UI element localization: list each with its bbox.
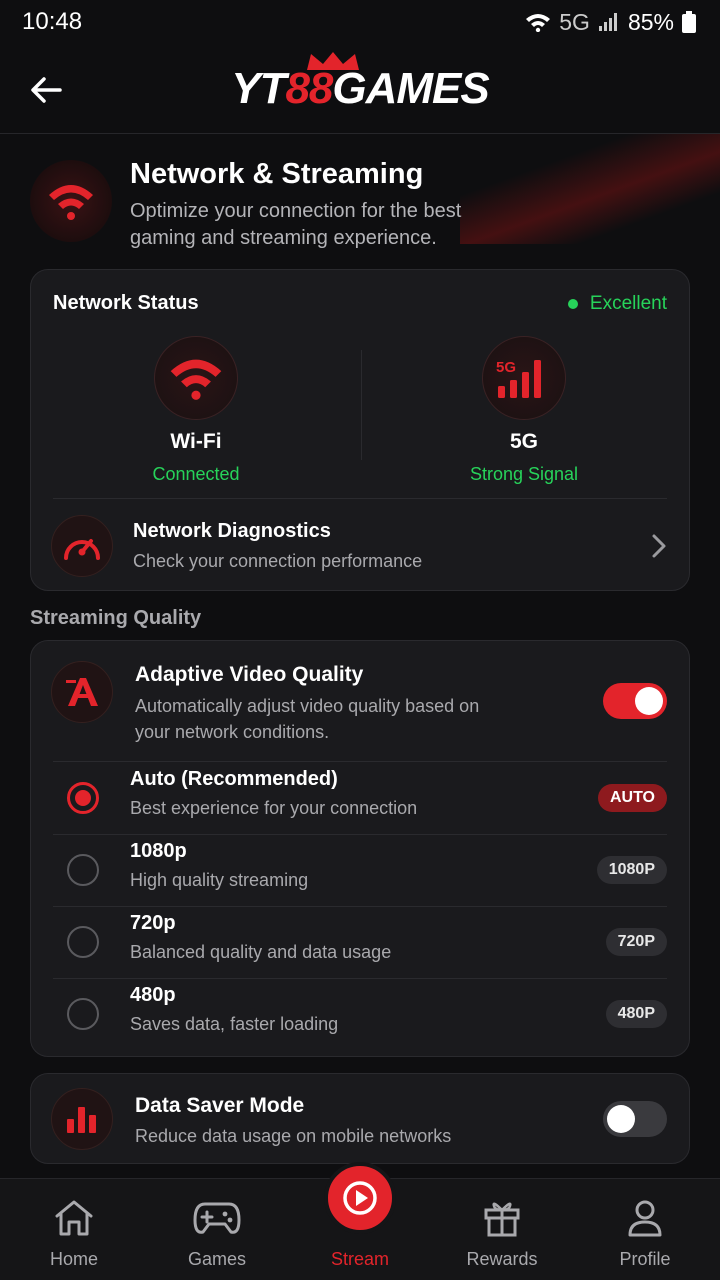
network-status-title: Network Status (53, 292, 199, 314)
battery-icon (682, 11, 696, 33)
divider (53, 498, 667, 499)
radio-button[interactable] (67, 926, 99, 958)
signal-icon (598, 13, 617, 31)
stream-button[interactable] (324, 1162, 396, 1234)
svg-text:5G: 5G (496, 359, 516, 376)
network-diagnostics-row[interactable]: Network Diagnostics Check your connectio… (51, 514, 669, 578)
radio-button[interactable] (67, 782, 99, 814)
app-header: YT88GAMES (0, 44, 720, 134)
speedometer-icon (64, 539, 100, 560)
nav-home[interactable]: Home (2, 1179, 146, 1270)
adaptive-quality-icon (66, 678, 98, 706)
quality-badge: 480P (605, 1000, 667, 1028)
quality-option-1080p[interactable]: 1080p High quality streaming 1080P (31, 834, 689, 906)
radio-button[interactable] (67, 854, 99, 886)
gamepad-icon (193, 1202, 241, 1234)
adaptive-quality-description: Automatically adjust video quality based… (135, 696, 480, 742)
data-saver-toggle[interactable] (603, 1101, 667, 1137)
adaptive-quality-row: Adaptive Video Quality Automatically adj… (51, 661, 667, 745)
diagnostics-title: Network Diagnostics (133, 520, 331, 542)
adaptive-quality-toggle[interactable] (603, 683, 667, 719)
bar-chart-icon (67, 1107, 96, 1133)
wifi-icon (49, 185, 93, 220)
wifi-status: Wi-Fi Connected (31, 336, 361, 485)
nav-profile[interactable]: Profile (573, 1179, 717, 1270)
play-icon (343, 1181, 377, 1215)
clock: 10:48 (22, 8, 83, 35)
crown-icon (307, 51, 360, 70)
quality-badge: 1080P (596, 856, 667, 884)
data-saver-description: Reduce data usage on mobile networks (135, 1125, 452, 1146)
diagnostics-subtitle: Check your connection performance (133, 551, 423, 571)
cellular-signal-icon: 5G (496, 359, 541, 398)
status-dot (567, 299, 578, 309)
page-title: Network & Streaming (130, 158, 424, 190)
status-bar: 10:48 5G 85% (0, 0, 720, 44)
network-hero-icon (30, 160, 112, 242)
cellular-state: Strong Signal (469, 464, 579, 484)
quality-badge: AUTO (597, 784, 667, 812)
cellular-status: 5G 5G Strong Signal (359, 336, 689, 485)
cellular-label: 5G (509, 430, 538, 453)
chevron-right-icon (652, 534, 666, 558)
streaming-quality-heading: Streaming Quality (30, 607, 202, 629)
network-type: 5G (559, 8, 590, 35)
gift-icon (484, 1202, 520, 1237)
radio-button[interactable] (67, 998, 99, 1030)
nav-rewards[interactable]: Rewards (430, 1179, 574, 1270)
home-icon (55, 1200, 93, 1236)
wifi-status-icon (526, 14, 551, 32)
adaptive-quality-title: Adaptive Video Quality (135, 663, 364, 686)
quality-option-720p[interactable]: 720p Balanced quality and data usage 720… (31, 906, 689, 978)
connection-quality: Excellent (567, 293, 667, 315)
data-saver-title: Data Saver Mode (135, 1093, 305, 1117)
page-description: Optimize your connection for the best ga… (130, 200, 462, 249)
battery-percent: 85% (627, 8, 674, 35)
data-saver-card: Data Saver Mode Reduce data usage on mob… (30, 1073, 690, 1164)
streaming-quality-card: Adaptive Video Quality Automatically adj… (30, 640, 690, 1057)
quality-option-480p[interactable]: 480p Saves data, faster loading 480P (31, 978, 689, 1050)
back-arrow-icon[interactable] (28, 72, 64, 108)
nav-games[interactable]: Games (145, 1179, 289, 1270)
app-logo: YT88GAMES (231, 51, 490, 114)
wifi-label: Wi-Fi (170, 430, 222, 453)
quality-badge: 720P (605, 928, 667, 956)
wifi-icon (170, 359, 222, 400)
network-status-card: Network Status Excellent Wi-Fi Connected… (30, 269, 690, 591)
data-saver-row: Data Saver Mode Reduce data usage on mob… (51, 1088, 667, 1150)
person-icon (628, 1200, 662, 1237)
quality-option-auto[interactable]: Auto (Recommended) Best experience for y… (31, 762, 689, 834)
wifi-state: Connected (152, 464, 240, 484)
